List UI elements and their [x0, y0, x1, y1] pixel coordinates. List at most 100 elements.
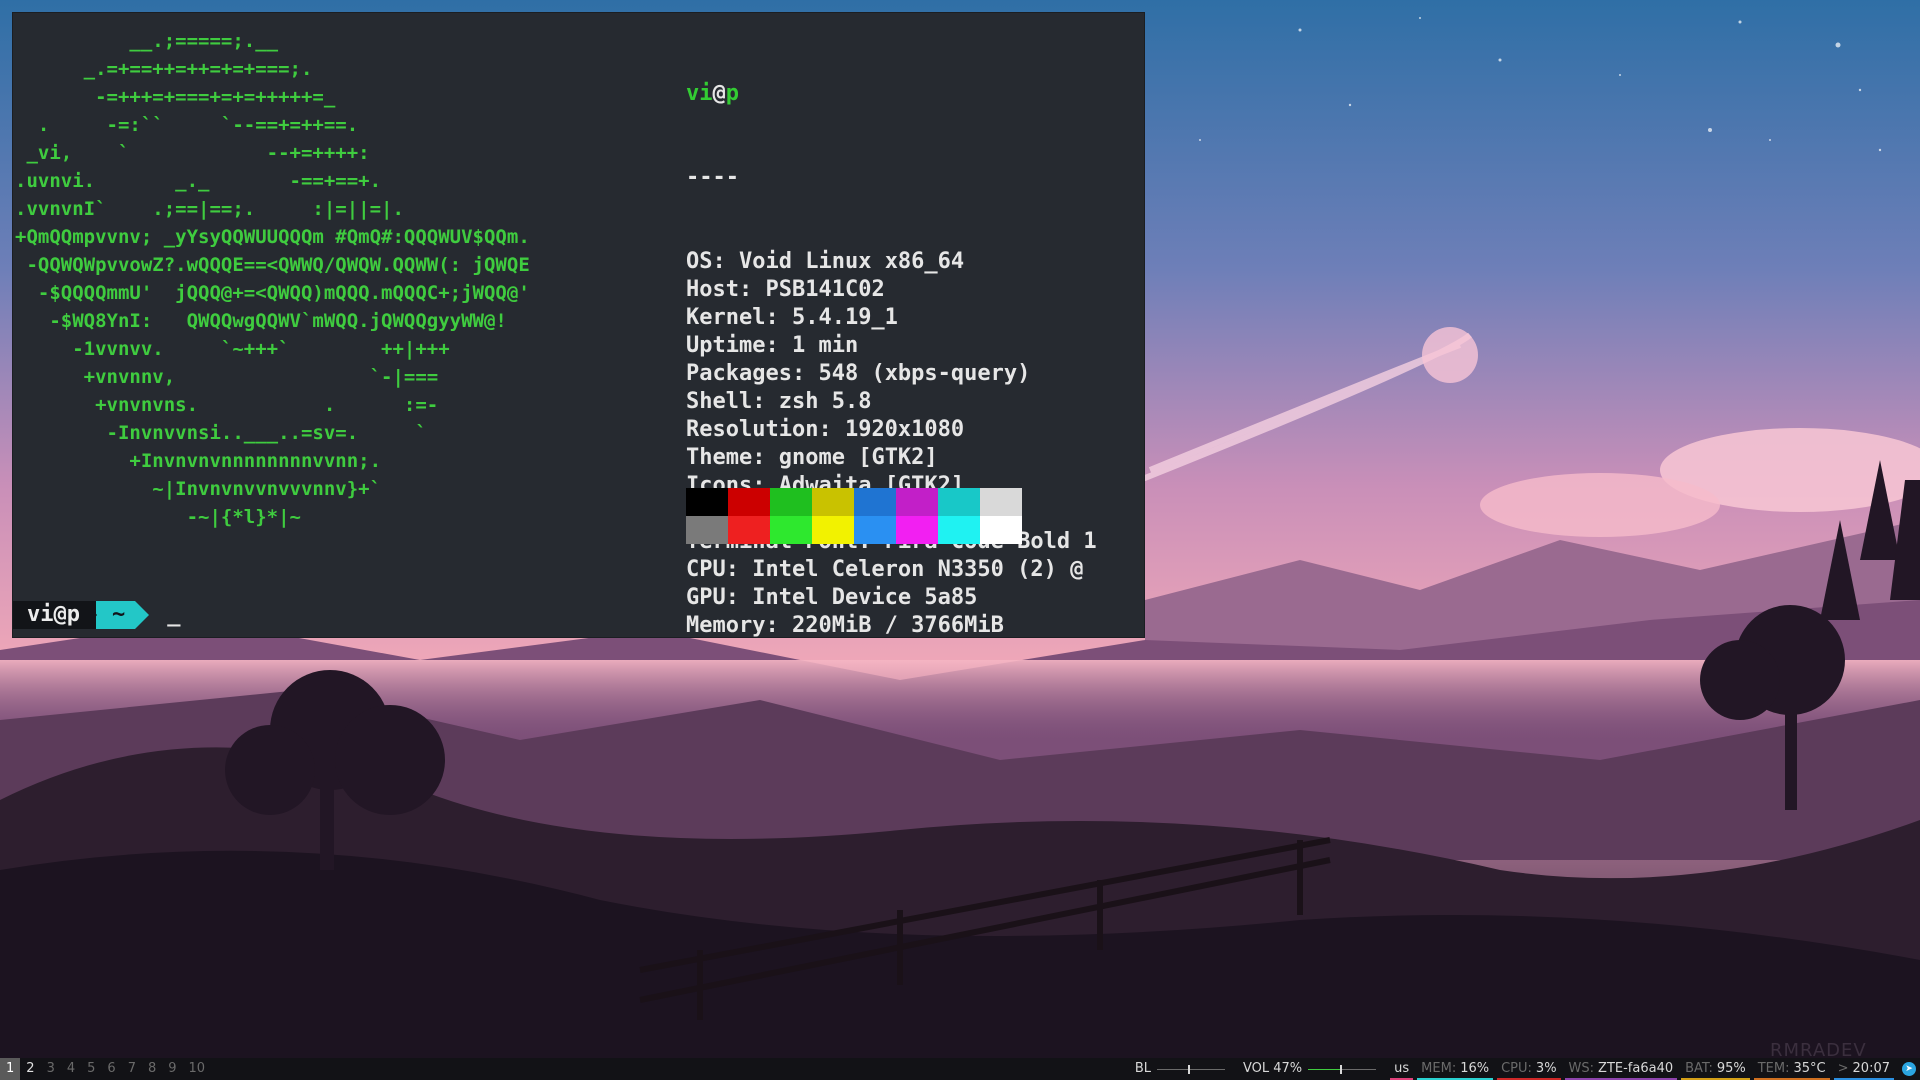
hostname: p [725, 81, 739, 106]
status-bar: 1 2 3 4 5 6 7 8 9 10 BL VOL 47% us MEM: 16% CPU: 3%… [0, 1058, 1920, 1080]
color-swatch [938, 488, 980, 516]
info-key: CPU: [686, 557, 739, 582]
color-swatch [980, 488, 1022, 516]
volume-knob[interactable] [1340, 1064, 1343, 1074]
info-value: Intel Device 5a85 [738, 585, 978, 610]
shell-prompt[interactable]: vi@p ~ _ [13, 601, 180, 629]
palette-row-normal [686, 488, 1022, 516]
keyboard-layout-module[interactable]: us [1388, 1058, 1415, 1080]
info-key: Uptime: [686, 333, 779, 358]
info-key: Shell: [686, 389, 766, 414]
cpu-value: 3% [1535, 1061, 1557, 1076]
info-value: gnome [GTK2] [765, 445, 938, 470]
info-line: Resolution: 1920x1080 [686, 416, 1097, 444]
workspace-9[interactable]: 9 [162, 1058, 182, 1080]
volume-slider[interactable] [1308, 1064, 1377, 1074]
info-line: Theme: gnome [GTK2] [686, 444, 1097, 472]
info-key: Resolution: [686, 417, 832, 442]
info-key: GPU: [686, 585, 739, 610]
info-value: zsh 5.8 [765, 389, 872, 414]
info-value: 220MiB / 3766MiB [778, 613, 1004, 638]
clock-time: 20:07 [1852, 1061, 1890, 1076]
info-key: Theme: [686, 445, 766, 470]
palette-row-bright [686, 516, 1022, 544]
info-line: CPU: Intel Celeron N3350 (2) @ [686, 556, 1097, 584]
info-line: OS: Void Linux x86_64 [686, 248, 1097, 276]
temperature-label: TEM: [1757, 1061, 1790, 1076]
workspace-1[interactable]: 1 [0, 1058, 21, 1080]
wifi-module[interactable]: WS: ZTE-fa6a40 [1563, 1058, 1680, 1080]
color-swatch [854, 516, 896, 544]
text-cursor[interactable]: _ [167, 601, 180, 629]
info-key: Packages: [686, 361, 806, 386]
volume-label: VOL 47% [1242, 1061, 1303, 1076]
clock-module[interactable]: >20:07 [1832, 1058, 1896, 1080]
volume-module[interactable]: VOL 47% [1237, 1058, 1388, 1080]
temperature-value: 35°C [1793, 1061, 1826, 1076]
battery-module: BAT: 95% [1679, 1058, 1752, 1080]
workspace-6[interactable]: 6 [101, 1058, 121, 1080]
workspace-7[interactable]: 7 [122, 1058, 142, 1080]
color-swatch [812, 488, 854, 516]
info-line: Host: PSB141C02 [686, 276, 1097, 304]
info-line: Uptime: 1 min [686, 332, 1097, 360]
info-value: Void Linux x86_64 [725, 249, 965, 274]
user-host-line: vi@p [686, 80, 1097, 108]
workspace-list: 1 2 3 4 5 6 7 8 9 10 [0, 1058, 211, 1080]
memory-value: 16% [1460, 1061, 1490, 1076]
workspace-8[interactable]: 8 [142, 1058, 162, 1080]
info-key: OS: [686, 249, 726, 274]
workspace-3[interactable]: 3 [41, 1058, 61, 1080]
prompt-user-segment: vi@p [13, 601, 96, 629]
color-swatch [812, 516, 854, 544]
info-lines: OS: Void Linux x86_64 Host: PSB141C02 Kern… [686, 248, 1097, 640]
prompt-arrow-icon [135, 601, 150, 629]
info-value: 548 (xbps-query) [805, 361, 1031, 386]
workspace-4[interactable]: 4 [61, 1058, 81, 1080]
at-sign: @ [712, 81, 726, 106]
void-ascii-logo: __.;=====;.__ _.=+==++=++=+=+===;. -=+++… [15, 30, 530, 528]
workspace-5[interactable]: 5 [81, 1058, 101, 1080]
memory-module: MEM: 16% [1415, 1058, 1495, 1080]
separator: ---- [686, 165, 739, 190]
info-line: GPU: Intel Device 5a85 [686, 584, 1097, 612]
backlight-slider[interactable] [1156, 1064, 1225, 1074]
info-value: 1 min [778, 333, 859, 358]
color-swatch [728, 516, 770, 544]
cpu-label: CPU: [1501, 1061, 1532, 1076]
backlight-label: BL [1134, 1061, 1151, 1076]
memory-label: MEM: [1421, 1061, 1457, 1076]
telegram-tray-icon[interactable]: ➤ [1902, 1062, 1916, 1076]
status-modules: BL VOL 47% us MEM: 16% CPU: 3% WS: ZTE-fa6a… [1129, 1058, 1920, 1080]
info-value: 1920x1080 [831, 417, 965, 442]
cpu-module: CPU: 3% [1495, 1058, 1562, 1080]
color-swatch [728, 488, 770, 516]
color-swatch [854, 488, 896, 516]
color-swatch [686, 516, 728, 544]
info-value: PSB141C02 [752, 277, 885, 302]
workspace-2[interactable]: 2 [20, 1058, 40, 1080]
info-value: 5.4.19_1 [778, 305, 898, 330]
info-line: Memory: 220MiB / 3766MiB [686, 612, 1097, 640]
color-swatch [686, 488, 728, 516]
battery-label: BAT: [1685, 1061, 1713, 1076]
keyboard-layout: us [1394, 1061, 1410, 1076]
color-swatch [980, 516, 1022, 544]
info-key: Kernel: [686, 305, 779, 330]
info-line: Packages: 548 (xbps-query) [686, 360, 1097, 388]
temperature-module: TEM: 35°C [1752, 1058, 1832, 1080]
backlight-knob[interactable] [1187, 1064, 1190, 1074]
terminal-window[interactable]: __.;=====;.__ _.=+==++=++=+=+===;. -=+++… [12, 12, 1145, 638]
color-palette [686, 488, 1022, 544]
color-swatch [770, 516, 812, 544]
prompt-separator-icon [85, 601, 97, 629]
workspace-10[interactable]: 10 [183, 1058, 212, 1080]
info-line: Shell: zsh 5.8 [686, 388, 1097, 416]
neofetch-info: vi@p ---- OS: Void Linux x86_64 Host: PSB… [686, 24, 1097, 696]
info-line: Kernel: 5.4.19_1 [686, 304, 1097, 332]
prompt-directory-segment: ~ [95, 601, 136, 629]
username: vi [686, 81, 713, 106]
wifi-label: WS: [1568, 1061, 1595, 1076]
info-key: Memory: [686, 613, 779, 638]
backlight-module[interactable]: BL [1129, 1058, 1237, 1080]
